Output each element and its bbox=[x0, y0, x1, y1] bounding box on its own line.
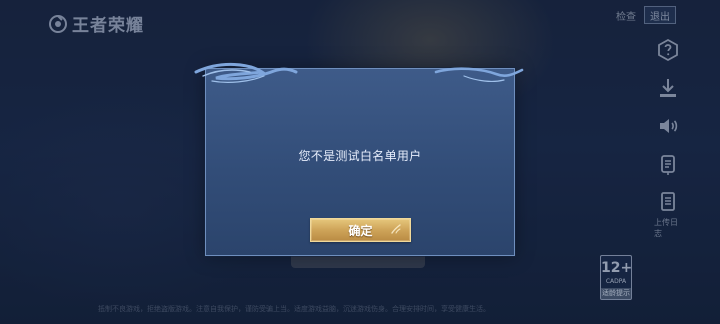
confirm-button[interactable]: 确定 bbox=[310, 218, 411, 242]
logo-mark-icon bbox=[49, 14, 67, 33]
help-icon[interactable] bbox=[655, 37, 681, 63]
age-rating-label: 适龄提示 bbox=[601, 288, 631, 299]
logout-button[interactable]: 退出 bbox=[644, 6, 676, 24]
alert-dialog: 您不是测试白名单用户 确定 bbox=[194, 62, 524, 256]
sidebar-tools: 上传日志 bbox=[654, 37, 682, 239]
dialog-message: 您不是测试白名单用户 bbox=[298, 149, 422, 163]
log-upload-icon[interactable] bbox=[655, 189, 681, 215]
download-icon[interactable] bbox=[655, 75, 681, 101]
age-rating-main: 12+ bbox=[601, 260, 632, 276]
game-logo: 王者荣耀 bbox=[48, 11, 144, 36]
age-rating-sub: CADPA bbox=[605, 278, 627, 285]
logo-text: 王者荣耀 bbox=[72, 16, 144, 36]
age-rating-badge[interactable]: 12+ CADPA 适龄提示 bbox=[600, 255, 632, 300]
repair-icon[interactable] bbox=[655, 151, 681, 177]
top-right-controls: 检查 退出 bbox=[616, 6, 676, 24]
sparkle-icon bbox=[391, 224, 401, 234]
health-notice: 抵制不良游戏，拒绝盗版游戏。注意自我保护，谨防受骗上当。适度游戏益脑，沉迷游戏伤… bbox=[98, 305, 490, 313]
announcement-link[interactable]: 检查 bbox=[616, 8, 636, 23]
speaker-icon[interactable] bbox=[655, 113, 681, 139]
confirm-label: 确定 bbox=[348, 223, 373, 238]
dialog-ornament-icon bbox=[194, 62, 524, 83]
log-upload-label: 上传日志 bbox=[654, 218, 678, 238]
